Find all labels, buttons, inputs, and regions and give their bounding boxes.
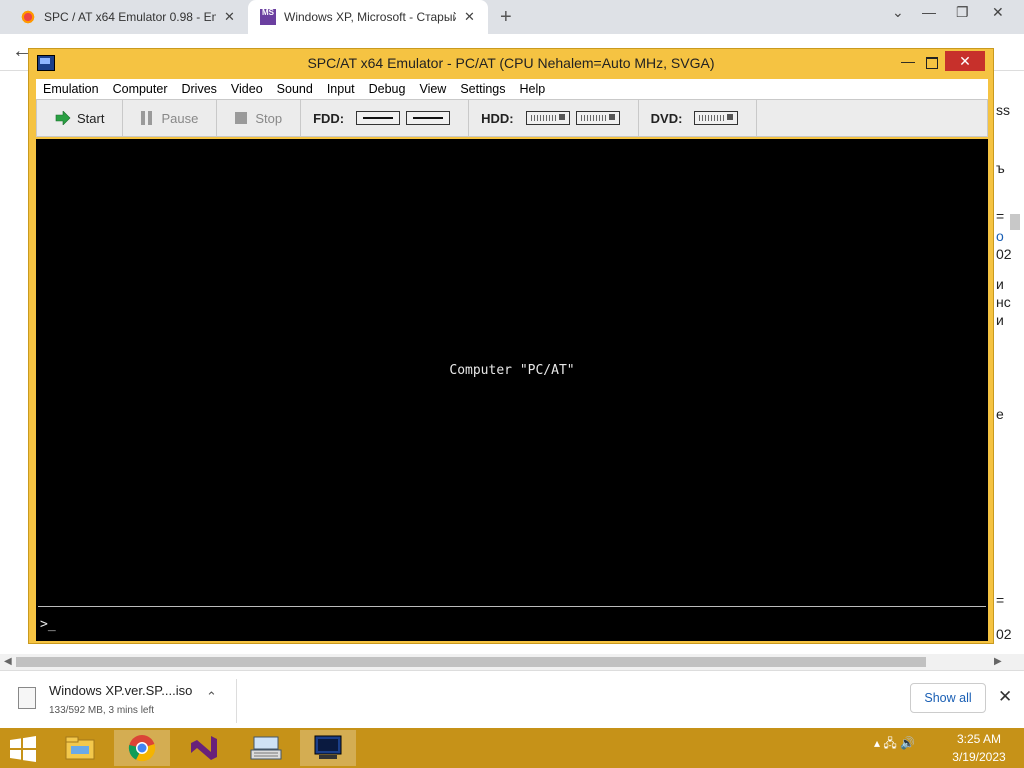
hard-drive-2-icon[interactable]: [575, 111, 620, 125]
page-text-fragment: 02: [996, 246, 1012, 262]
keyboard-icon: [250, 736, 282, 760]
menu-computer[interactable]: Computer: [106, 82, 175, 96]
stop-button[interactable]: Stop: [217, 100, 302, 136]
page-scrollbar-thumb[interactable]: [1010, 214, 1020, 230]
ms-favicon-icon: MS: [260, 9, 276, 25]
page-text-fragment: 02: [996, 626, 1012, 642]
emulator-title: SPC/AT x64 Emulator - PC/AT (CPU Nehalem…: [307, 55, 715, 71]
scroll-right-arrow-icon[interactable]: ▶: [994, 654, 1002, 670]
page-text-fragment: =: [996, 592, 1005, 608]
download-bar: Windows XP.ver.SP....iso 133/592 MB, 3 m…: [0, 670, 1024, 729]
clock-date[interactable]: 3/19/2023: [936, 750, 1022, 764]
menu-drives[interactable]: Drives: [174, 82, 223, 96]
tab-search-chevron-icon[interactable]: ⌄: [892, 4, 904, 21]
emulator-title-bar[interactable]: SPC/AT x64 Emulator - PC/AT (CPU Nehalem…: [29, 49, 993, 77]
new-tab-button[interactable]: +: [500, 6, 512, 29]
menu-sound[interactable]: Sound: [270, 82, 320, 96]
start-arrow-icon: [55, 111, 71, 125]
emulator-minimize-button[interactable]: —: [901, 53, 915, 69]
menu-emulation[interactable]: Emulation: [36, 82, 106, 96]
windows-start-icon[interactable]: [8, 736, 38, 762]
visual-studio-icon[interactable]: [176, 730, 232, 766]
stop-label: Stop: [255, 110, 283, 126]
page-text-fragment: и: [996, 312, 1004, 328]
vs-logo-icon: [191, 736, 217, 760]
page-horizontal-scrollbar[interactable]: ◀ ▶: [0, 654, 1024, 670]
fdd-label: FDD:: [313, 110, 345, 126]
floppy-drive-b-icon[interactable]: [406, 111, 451, 125]
screen-message: Computer "PC/AT": [449, 363, 575, 378]
chrome-icon[interactable]: [114, 730, 170, 766]
tab-close-icon[interactable]: ✕: [464, 9, 475, 25]
browser-restore-button[interactable]: ❐: [956, 4, 969, 21]
download-menu-chevron-icon[interactable]: ⌃: [206, 689, 217, 705]
browser-tab-windows-xp[interactable]: MS Windows XP, Microsoft - Старый ✕: [248, 0, 488, 34]
emulator-toolbar: Start Pause Stop FDD: HDD: DVD:: [36, 99, 988, 137]
menu-video[interactable]: Video: [224, 82, 270, 96]
taskbar: ▴ 🖧 🔊 3:25 AM 3/19/2023: [0, 728, 1024, 768]
download-status: 133/592 MB, 3 mins left: [49, 705, 155, 716]
start-button[interactable]: Start: [37, 100, 124, 136]
keyboard-app-icon[interactable]: [238, 730, 294, 766]
stop-icon: [235, 112, 248, 124]
download-bar-close-icon[interactable]: ✕: [998, 687, 1012, 707]
floppy-drive-a-icon[interactable]: [356, 111, 401, 125]
file-icon: [18, 687, 36, 709]
pause-button[interactable]: Pause: [123, 100, 218, 136]
file-explorer-icon[interactable]: [52, 730, 108, 766]
folder-icon: [65, 736, 95, 760]
start-label: Start: [77, 110, 105, 126]
page-text-fragment: ss: [996, 102, 1010, 118]
menu-input[interactable]: Input: [320, 82, 362, 96]
dvd-drive-icon[interactable]: [694, 111, 739, 125]
system-tray-icons[interactable]: ▴ 🖧 🔊: [874, 734, 915, 755]
emulator-screen[interactable]: Computer "PC/AT" >_: [36, 139, 988, 641]
hdd-group: HDD:: [469, 100, 639, 136]
emulator-close-button[interactable]: ✕: [945, 51, 985, 71]
dvd-group: DVD:: [639, 100, 758, 136]
pause-icon: [141, 111, 153, 125]
download-divider: [236, 679, 237, 723]
show-all-button[interactable]: Show all: [910, 683, 986, 713]
tab-title: SPC / AT x64 Emulator 0.98 - Em: [44, 10, 216, 24]
spc-favicon-icon: [20, 9, 36, 25]
page-text-fragment: ъ: [996, 160, 1005, 176]
computer-monitor-icon: [314, 735, 342, 759]
clock-time[interactable]: 3:25 AM: [936, 732, 1022, 746]
page-text-fragment: и: [996, 276, 1004, 292]
emulator-taskbar-icon[interactable]: [300, 730, 356, 766]
hard-drive-1-icon[interactable]: [525, 111, 570, 125]
tab-close-icon[interactable]: ✕: [224, 9, 235, 25]
hdd-label: HDD:: [481, 110, 514, 126]
page-text-fragment: нс: [996, 294, 1011, 310]
tab-title: Windows XP, Microsoft - Старый: [284, 10, 456, 24]
browser-close-button[interactable]: ✕: [992, 4, 1004, 21]
fdd-group: FDD:: [301, 100, 470, 136]
horizontal-scroll-thumb[interactable]: [16, 657, 926, 667]
chrome-logo-icon: [128, 735, 156, 762]
console-divider: [38, 606, 986, 607]
scroll-left-arrow-icon[interactable]: ◀: [4, 654, 12, 670]
emulator-menu-bar: Emulation Computer Drives Video Sound In…: [36, 79, 988, 99]
download-filename[interactable]: Windows XP.ver.SP....iso: [49, 683, 192, 698]
page-link-fragment[interactable]: о: [996, 228, 1024, 244]
browser-tab-spc[interactable]: SPC / AT x64 Emulator 0.98 - Em ✕: [8, 0, 244, 34]
pause-label: Pause: [161, 110, 199, 126]
menu-help[interactable]: Help: [513, 82, 553, 96]
emulator-maximize-button[interactable]: [926, 57, 938, 69]
dvd-label: DVD:: [650, 110, 683, 126]
menu-settings[interactable]: Settings: [453, 82, 512, 96]
emulator-window: SPC/AT x64 Emulator - PC/AT (CPU Nehalem…: [28, 48, 994, 644]
menu-view[interactable]: View: [412, 82, 453, 96]
browser-minimize-button[interactable]: —: [922, 4, 936, 20]
menu-debug[interactable]: Debug: [362, 82, 413, 96]
console-prompt[interactable]: >_: [40, 617, 56, 632]
page-text-fragment: е: [996, 406, 1004, 422]
